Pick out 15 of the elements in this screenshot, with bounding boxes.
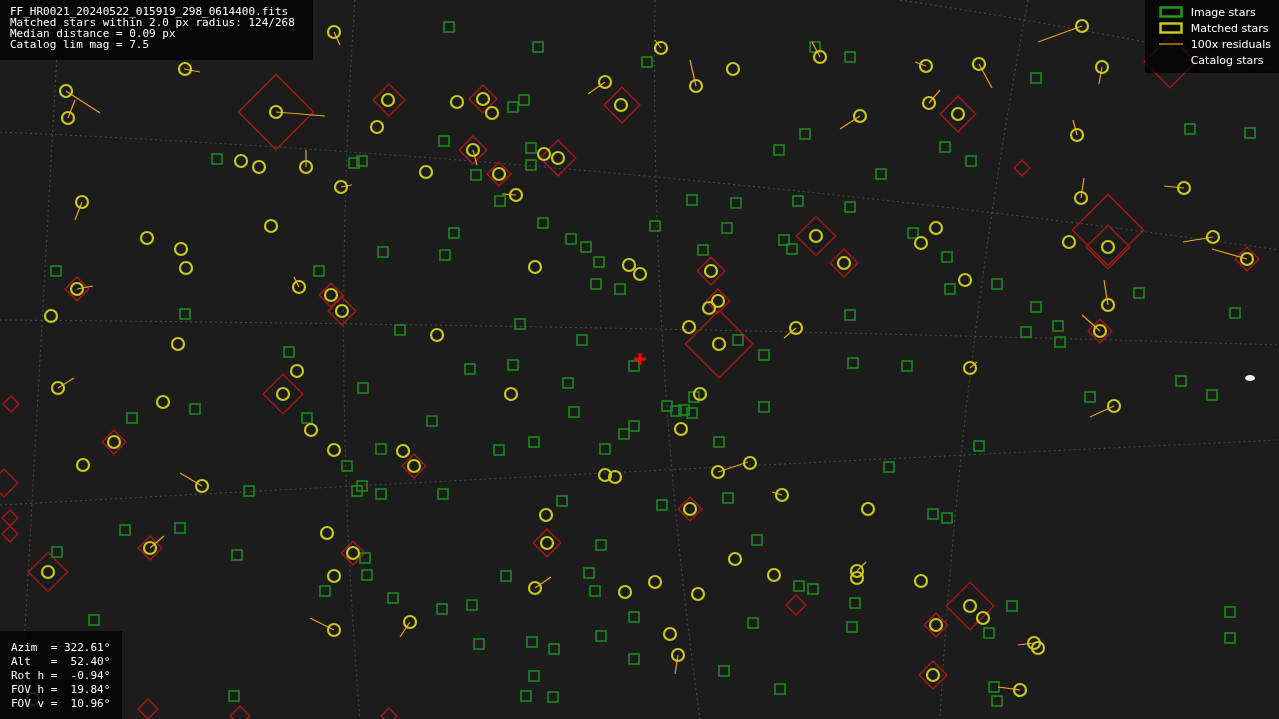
pointing-text: Alt = 52.40° (11, 655, 111, 669)
info-text: Matched stars within 2.0 px radius: 124/268 (10, 17, 295, 28)
matched-star-marker-icon (1158, 22, 1183, 34)
info-text: Median distance = 0.09 px (10, 28, 176, 39)
legend-label: Catalog stars (1190, 53, 1264, 67)
info-text: FF_HR0021_20240522_015919_298_0614400.fits (10, 6, 290, 17)
pointing-text: Azim = 322.61° (11, 641, 111, 655)
image-star-marker-icon (1158, 6, 1183, 18)
pointing-text: FOV h = 19.84° (11, 683, 111, 697)
info-text: Catalog lim mag = 7.5 (10, 39, 151, 50)
pointing-text: Rot h = -0.94° (11, 669, 111, 683)
legend-label: 100x residuals (1190, 37, 1271, 51)
legend-label: Matched stars (1190, 21, 1269, 35)
legend-label: Image stars (1190, 5, 1256, 19)
pointing-text: FOV v = 10.96° (11, 697, 111, 711)
